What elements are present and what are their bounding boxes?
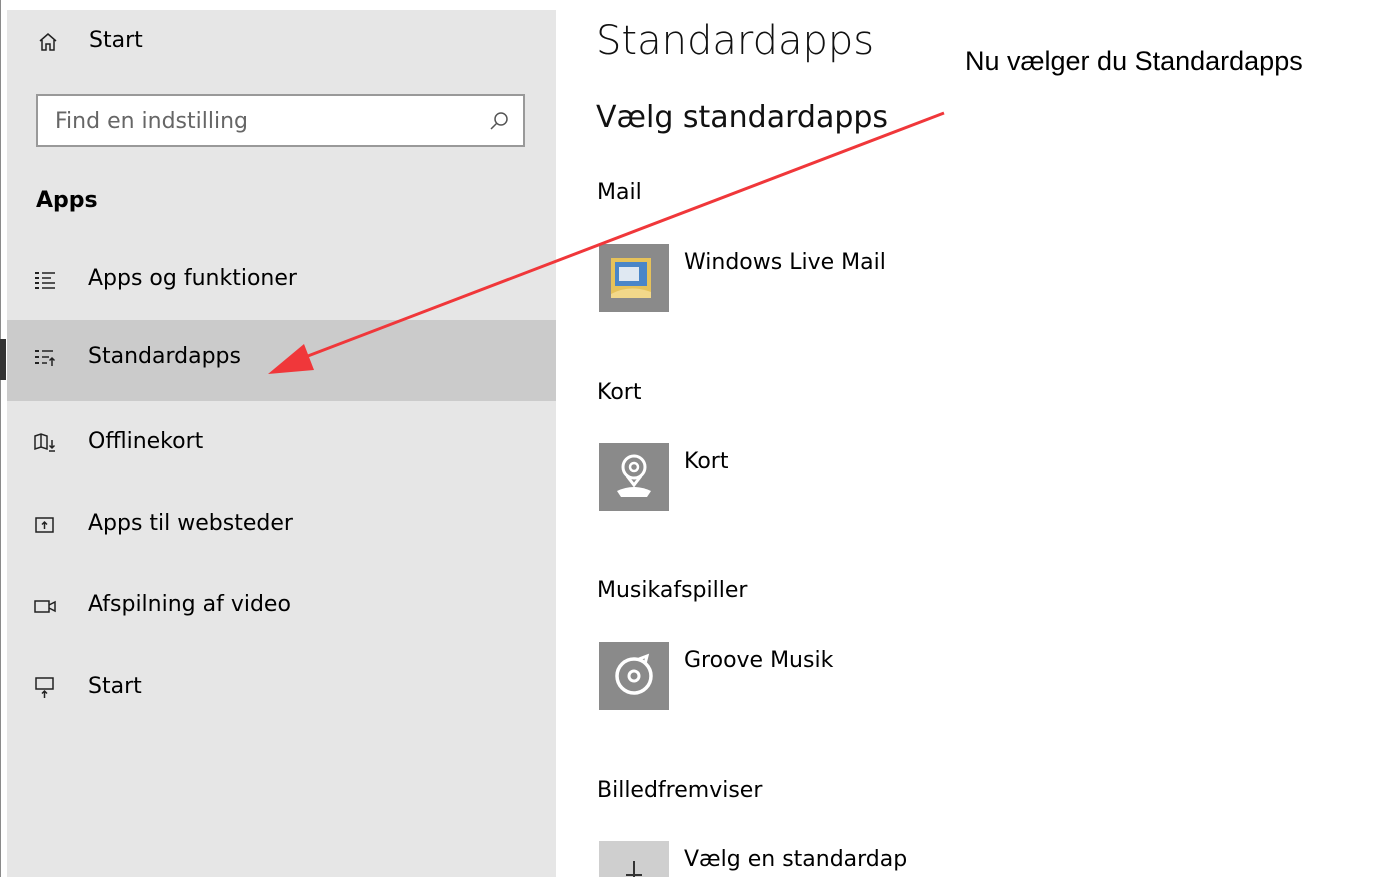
maps-app-name: Kort <box>684 449 729 474</box>
maps-app-button[interactable] <box>599 443 669 511</box>
sidebar-item-label: Start <box>88 674 142 699</box>
mail-app-name: Windows Live Mail <box>684 250 886 275</box>
sidebar-item-web-apps[interactable]: Apps til websteder <box>7 487 556 568</box>
sidebar: Start Apps Apps og funktioner <box>7 10 556 877</box>
web-apps-icon <box>35 517 54 533</box>
groove-music-icon <box>615 653 653 695</box>
selection-indicator <box>0 339 6 380</box>
category-label-maps: Kort <box>597 380 642 405</box>
main-content: Standardapps Vælg standardapps Mail Wind… <box>596 0 1016 877</box>
search-input[interactable] <box>38 96 497 147</box>
sidebar-item-label: Standardapps <box>88 344 241 369</box>
windows-live-mail-icon <box>611 258 651 298</box>
nav-home[interactable]: Start <box>7 10 556 78</box>
home-icon <box>39 33 57 51</box>
settings-window: Start Apps Apps og funktioner <box>0 0 1380 877</box>
category-label-photo: Billedfremviser <box>597 778 763 803</box>
music-app-button[interactable] <box>599 642 669 710</box>
list-icon <box>35 272 55 289</box>
section-title: Vælg standardapps <box>596 100 889 135</box>
window-border <box>0 0 1 877</box>
sidebar-item-video-playback[interactable]: Afspilning af video <box>7 568 556 649</box>
section-heading-apps: Apps <box>36 188 98 213</box>
annotation-text: Nu vælger du Standardapps <box>965 46 1303 76</box>
search-box <box>36 94 525 147</box>
search-icon[interactable] <box>489 111 509 131</box>
photo-app-button[interactable] <box>599 841 669 877</box>
sidebar-item-default-apps[interactable]: Standardapps <box>7 320 556 401</box>
maps-icon <box>617 454 651 497</box>
nav-home-label: Start <box>89 28 143 53</box>
page-title: Standardapps <box>596 18 875 64</box>
sidebar-item-label: Offlinekort <box>88 429 204 454</box>
music-app-name: Groove Musik <box>684 648 834 673</box>
sidebar-item-label: Afspilning af video <box>88 592 291 617</box>
sidebar-item-apps-features[interactable]: Apps og funktioner <box>7 242 556 323</box>
category-label-music: Musikafspiller <box>597 578 748 603</box>
startup-icon <box>35 677 54 698</box>
sidebar-item-offline-maps[interactable]: Offlinekort <box>7 405 556 486</box>
default-apps-icon <box>35 350 56 366</box>
sidebar-item-label: Apps og funktioner <box>88 266 297 291</box>
photo-app-name: Vælg en standardap <box>684 847 908 872</box>
category-label-mail: Mail <box>597 180 642 205</box>
offline-map-icon <box>34 433 56 452</box>
sidebar-item-label: Apps til websteder <box>88 511 293 536</box>
video-icon <box>34 600 56 613</box>
mail-app-button[interactable] <box>599 244 669 312</box>
sidebar-item-startup[interactable]: Start <box>7 650 556 731</box>
plus-icon <box>626 861 642 877</box>
